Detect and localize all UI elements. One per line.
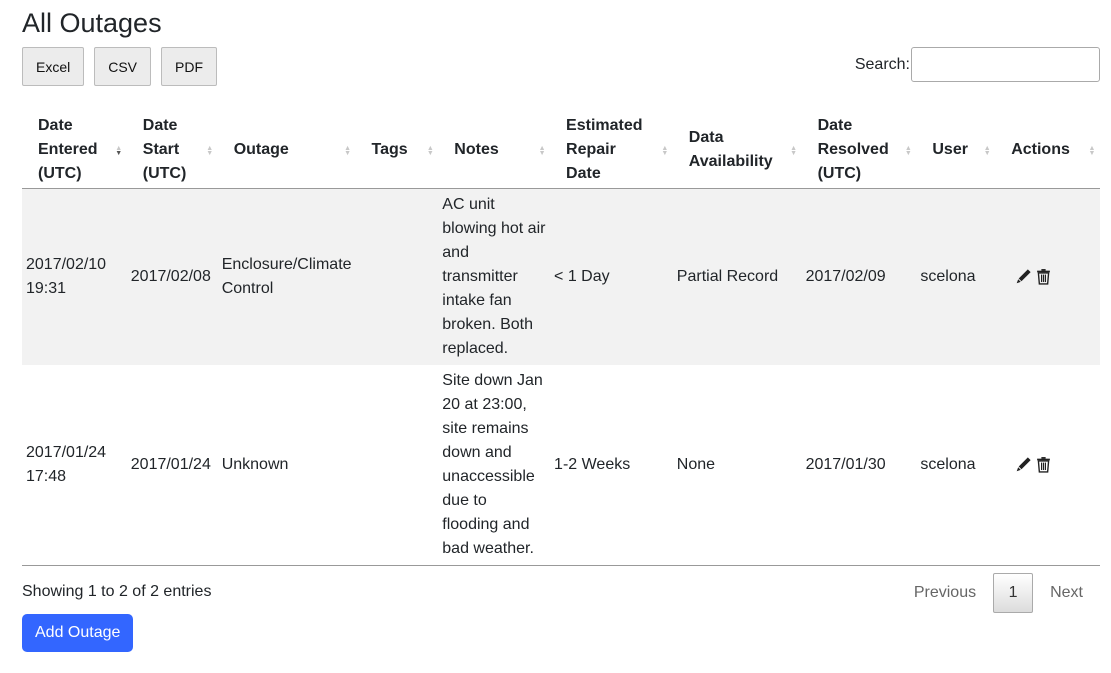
excel-button[interactable]: Excel xyxy=(22,47,85,86)
page-1-button[interactable]: 1 xyxy=(993,573,1034,613)
pagination: Previous 1 Next xyxy=(897,573,1100,613)
estimated-repair-cell: 1-2 Weeks xyxy=(550,365,673,566)
table-row: 2017/01/24 17:48 2017/01/24 Unknown Site do… xyxy=(22,365,1100,566)
tags-cell xyxy=(355,365,439,566)
pencil-icon[interactable] xyxy=(1015,268,1032,285)
sort-icon: ▲ ▼ xyxy=(115,144,123,157)
column-header-outage[interactable]: Outage ▲ ▼ xyxy=(217,113,356,189)
previous-button[interactable]: Previous xyxy=(897,573,993,613)
csv-button[interactable]: CSV xyxy=(94,47,152,86)
outages-table: Date Entered (UTC) ▲ ▼ Date Start (UTC) ▲ ▼ Ou… xyxy=(22,113,1100,566)
sort-icon: ▲ ▼ xyxy=(983,144,991,157)
date-entered-cell: 2017/01/24 17:48 xyxy=(22,365,127,566)
sort-icon: ▲ ▼ xyxy=(904,144,912,157)
pencil-icon[interactable] xyxy=(1015,456,1032,473)
column-header-data-availability[interactable]: Data Availability ▲ ▼ xyxy=(672,113,802,189)
table-body: 2017/02/10 19:31 2017/02/08 Enclosure/Clim… xyxy=(22,188,1100,566)
column-header-label: Actions xyxy=(1011,141,1070,158)
entries-info: Showing 1 to 2 of 2 entries xyxy=(22,583,212,600)
pdf-button[interactable]: PDF xyxy=(161,47,218,86)
page-title: All Outages xyxy=(22,8,162,38)
column-header-user[interactable]: User ▲ ▼ xyxy=(916,113,996,189)
trash-icon[interactable] xyxy=(1035,268,1052,285)
column-header-label: Estimated Repair Date xyxy=(566,117,643,182)
sort-icon: ▲ ▼ xyxy=(1088,144,1096,157)
sort-icon: ▲ ▼ xyxy=(206,144,214,157)
date-resolved-cell: 2017/02/09 xyxy=(801,188,917,365)
date-resolved-cell: 2017/01/30 xyxy=(801,365,917,566)
column-header-date-start[interactable]: Date Start (UTC) ▲ ▼ xyxy=(126,113,218,189)
column-header-label: User xyxy=(932,141,968,158)
column-header-label: Notes xyxy=(454,141,499,158)
column-header-actions[interactable]: Actions ▲ ▼ xyxy=(995,113,1100,189)
column-header-tags[interactable]: Tags ▲ ▼ xyxy=(355,113,439,189)
sort-icon: ▲ ▼ xyxy=(344,144,351,157)
column-header-label: Date Resolved (UTC) xyxy=(817,117,889,182)
search-box: Search: xyxy=(855,47,1100,82)
data-availability-cell: None xyxy=(672,365,802,566)
actions-cell xyxy=(995,365,1100,566)
search-label: Search: xyxy=(854,55,910,73)
column-header-label: Date Start (UTC) xyxy=(142,117,187,182)
column-header-label: Data Availability xyxy=(688,129,773,170)
notes-cell: AC unit blowing hot air and transmitter … xyxy=(438,188,551,365)
column-header-notes[interactable]: Notes ▲ ▼ xyxy=(438,113,551,189)
outage-cell: Enclosure/Climate Control xyxy=(217,188,356,365)
tags-cell xyxy=(355,188,439,365)
sort-icon: ▲ ▼ xyxy=(661,144,669,157)
column-header-label: Outage xyxy=(233,141,289,158)
sort-icon: ▲ ▼ xyxy=(790,144,798,157)
date-start-cell: 2017/02/08 xyxy=(126,188,218,365)
page: All Outages Excel CSV PDF Search: Date E… xyxy=(0,0,1111,673)
trash-icon[interactable] xyxy=(1035,456,1052,473)
user-cell: scelona xyxy=(916,365,996,566)
column-header-label: Tags xyxy=(371,141,408,158)
data-availability-cell: Partial Record xyxy=(672,188,802,365)
search-input[interactable] xyxy=(911,47,1100,82)
date-start-cell: 2017/01/24 xyxy=(126,365,218,566)
next-button[interactable]: Next xyxy=(1033,573,1100,613)
header-row: Date Entered (UTC) ▲ ▼ Date Start (UTC) ▲ ▼ Ou… xyxy=(22,113,1100,189)
sort-icon: ▲ ▼ xyxy=(426,144,434,157)
sort-icon: ▲ ▼ xyxy=(538,144,546,157)
date-entered-cell: 2017/02/10 19:31 xyxy=(22,188,127,365)
notes-cell: Site down Jan 20 at 23:00, site remains … xyxy=(438,365,551,566)
export-buttons: Excel CSV PDF xyxy=(22,47,227,86)
column-header-date-resolved[interactable]: Date Resolved (UTC) ▲ ▼ xyxy=(801,113,917,189)
outage-cell: Unknown xyxy=(217,365,356,566)
column-header-estimated-repair-date[interactable]: Estimated Repair Date ▲ ▼ xyxy=(550,113,673,189)
user-cell: scelona xyxy=(916,188,996,365)
column-header-date-entered[interactable]: Date Entered (UTC) ▲ ▼ xyxy=(22,113,127,189)
estimated-repair-cell: < 1 Day xyxy=(550,188,673,365)
table-row: 2017/02/10 19:31 2017/02/08 Enclosure/Clim… xyxy=(22,188,1100,365)
actions-cell xyxy=(995,188,1100,365)
column-header-label: Date Entered (UTC) xyxy=(38,117,98,182)
add-outage-button[interactable]: Add Outage xyxy=(22,614,134,652)
table-header: Date Entered (UTC) ▲ ▼ Date Start (UTC) ▲ ▼ Ou… xyxy=(22,113,1100,189)
